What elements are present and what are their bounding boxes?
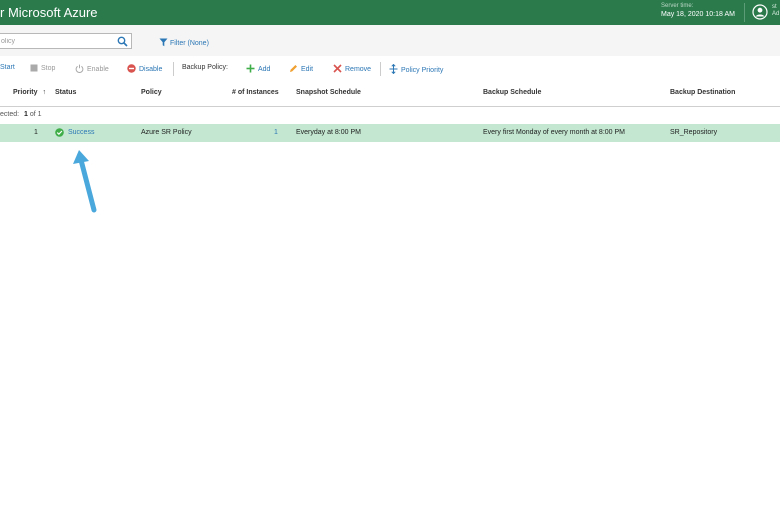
table-row[interactable]: 1 Success Azure SR Policy 1 Everyday at … [0,124,780,142]
user-info[interactable]: st Ad [772,4,779,18]
column-instances[interactable]: # of Instances [232,89,279,96]
app-header: r Microsoft Azure Server time: May 18, 2… [0,0,780,25]
plus-icon [246,64,255,73]
column-priority-label: Priority [13,89,38,96]
selection-info: ected: 1 of 1 [0,111,42,118]
enable-label: Enable [87,66,109,73]
remove-label: Remove [345,66,372,73]
selection-total: of 1 [29,111,42,118]
check-circle-icon [55,128,64,137]
stop-icon [30,64,38,72]
toolbar-divider [173,62,174,76]
search-bar: Filter (None) [0,25,780,56]
annotation-arrow [73,150,97,213]
toolbar: Start Stop Enable Disable Backup Policy:… [0,56,780,80]
header-divider [744,3,745,22]
filter-label: Filter (None) [170,40,209,47]
toolbar-divider [380,62,381,76]
search-box [0,33,132,49]
filter-icon [159,38,168,47]
policy-priority-button[interactable]: Policy Priority [389,63,444,75]
power-icon [75,64,84,74]
search-icon[interactable] [117,36,128,47]
column-snapshot-schedule[interactable]: Snapshot Schedule [296,89,361,96]
filter-button[interactable]: Filter (None) [159,38,209,47]
cell-instances-link[interactable]: 1 [274,129,278,136]
disable-button[interactable]: Disable [127,64,162,73]
column-policy[interactable]: Policy [141,89,162,96]
cell-backup-destination: SR_Repository [670,129,718,136]
column-backup-destination[interactable]: Backup Destination [670,89,735,96]
remove-button[interactable]: Remove [333,64,371,73]
user-role: Ad [772,11,780,17]
app-title: r Microsoft Azure [0,5,98,20]
add-label: Add [258,66,271,73]
column-priority[interactable]: Priority ↑ [13,89,46,96]
policy-priority-label: Policy Priority [401,67,444,74]
server-time-label: Server time: [661,3,694,9]
cell-status-link[interactable]: Success [68,129,94,136]
disable-label: Disable [139,66,163,73]
start-label: Start [0,64,15,71]
search-input[interactable] [1,35,111,47]
backup-policy-label: Backup Policy: [182,64,228,71]
user-icon[interactable] [752,4,768,20]
cell-policy: Azure SR Policy [141,129,192,136]
sort-ascending-icon: ↑ [42,89,46,96]
selection-count: 1 [24,111,28,118]
selection-label: ected: [0,111,20,118]
enable-button[interactable]: Enable [75,64,109,74]
pencil-icon [290,65,297,72]
x-icon [333,64,342,73]
user-name: st [772,4,777,10]
stop-button[interactable]: Stop [30,64,55,72]
server-time: Server time: May 18, 2020 10:18 AM [661,3,735,20]
cell-snapshot-schedule: Everyday at 8:00 PM [296,129,361,136]
cell-backup-schedule: Every first Monday of every month at 8:0… [483,129,626,136]
column-status[interactable]: Status [55,89,76,96]
column-backup-schedule[interactable]: Backup Schedule [483,89,541,96]
priority-icon [389,63,398,75]
grid-header: Priority ↑ Status Policy # of Instances … [0,80,780,107]
cell-priority: 1 [34,129,38,136]
edit-label: Edit [301,66,314,73]
add-button[interactable]: Add [246,64,270,73]
stop-label: Stop [41,65,56,72]
server-time-value: May 18, 2020 10:18 AM [661,11,735,18]
disable-icon [127,64,136,73]
start-button[interactable]: Start [0,64,15,71]
edit-button[interactable]: Edit [289,64,313,73]
